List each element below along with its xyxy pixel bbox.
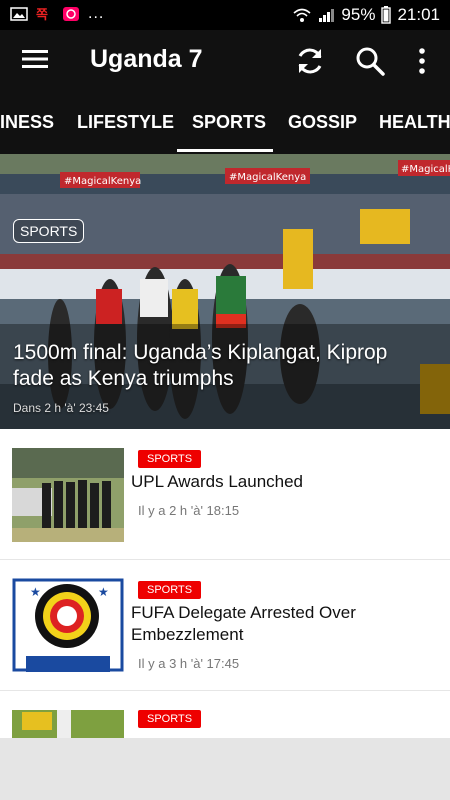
article-timestamp: Il y a 2 h 'à' 18:15 (138, 503, 240, 518)
battery-icon (381, 6, 392, 24)
article-timestamp: Il y a 3 h 'à' 17:45 (138, 656, 240, 671)
battery-percentage: 95% (341, 5, 376, 24)
article-title: FUFA Delegate Arrested Over Embezzlement (131, 603, 356, 644)
banner-text: #MagicalKenya (229, 172, 306, 183)
refresh-icon[interactable] (294, 45, 326, 77)
tab-business[interactable]: INESS (0, 112, 54, 133)
tab-gossip[interactable]: GOSSIP (288, 112, 357, 133)
article-card[interactable]: ★ ★ SPORTS FUFA Delegate Arrested Over E… (0, 560, 450, 691)
category-badge: SPORTS (138, 450, 202, 468)
article-thumbnail (12, 448, 124, 542)
banner-text: #MagicalKenya (401, 164, 450, 175)
more-notifications-indicator: ... (88, 5, 105, 22)
app-title: Uganda 7 (90, 45, 203, 73)
category-badge: SPORTS (138, 710, 202, 728)
app-bar: Uganda 7 (0, 30, 450, 90)
tab-lifestyle[interactable]: LIFESTYLE (77, 112, 174, 133)
clock: 21:01 (397, 5, 440, 24)
tab-health[interactable]: HEALTH (379, 112, 450, 133)
featured-timestamp: Dans 2 h 'à' 23:45 (13, 401, 109, 415)
banner-text: #MagicalKenya (64, 176, 141, 187)
signal-icon (319, 9, 335, 22)
wifi-icon (293, 8, 311, 22)
fufa-logo-thumbnail: ★ ★ (12, 578, 124, 672)
gallery-icon (10, 7, 28, 21)
search-icon[interactable] (354, 45, 386, 77)
article-thumbnail (12, 710, 124, 738)
selected-tab-indicator (177, 149, 273, 152)
article-card[interactable]: SPORTS UPL Awards Launched Il y a 2 h 'à… (0, 429, 450, 560)
hamburger-menu-icon[interactable] (22, 48, 48, 70)
article-title: UPL Awards Launched (131, 472, 304, 491)
status-bar: 쪽 ... 95% 21:01 (0, 0, 450, 30)
app-notification-icon: 쪽 (36, 8, 48, 22)
tab-sports[interactable]: SPORTS (192, 112, 266, 133)
empty-area (0, 738, 450, 800)
category-badge: SPORTS (138, 581, 202, 599)
featured-headline: 1500m final: Uganda’s Kiplangat, Kiprop … (13, 341, 388, 390)
featured-article[interactable]: #MagicalKenya #MagicalKenya #MagicalKeny… (0, 154, 450, 429)
category-tabs: INESS LIFESTYLE SPORTS GOSSIP HEALTH (0, 90, 450, 154)
svg-text:쪽: 쪽 (36, 8, 48, 22)
svg-text:★: ★ (98, 585, 109, 599)
overflow-menu-icon[interactable] (406, 45, 438, 77)
svg-text:★: ★ (30, 585, 41, 599)
featured-category-badge: SPORTS (13, 219, 85, 243)
messenger-icon (63, 7, 79, 21)
article-card[interactable]: SPORTS (0, 691, 450, 739)
